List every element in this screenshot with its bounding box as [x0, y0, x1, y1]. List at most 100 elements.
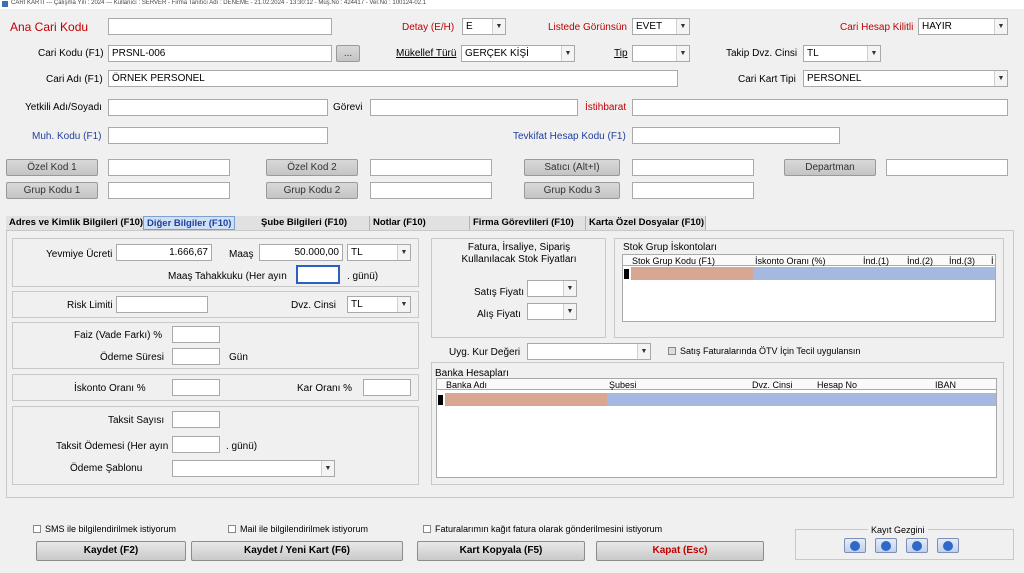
odeme-sablonu-select[interactable]: ▼ [172, 460, 335, 477]
chevron-down-icon: ▼ [676, 19, 689, 34]
takip-dvz-cinsi-select[interactable]: TL ▼ [803, 45, 881, 62]
listede-gorunsun-label: Listede Görünsün [548, 22, 627, 33]
tab-notlar[interactable]: Notlar (F10) [370, 216, 470, 230]
sms-label: SMS ile bilgilendirilmek istiyorum [45, 524, 177, 534]
odeme-sablonu-label: Ödeme Şablonu [70, 463, 143, 474]
muh-kodu-field[interactable] [108, 127, 328, 144]
satis-fiyati-label: Satış Fiyatı [474, 287, 525, 298]
grup-kodu-1-field[interactable] [108, 182, 230, 199]
satis-fiyati-select[interactable]: ▼ [527, 280, 577, 297]
otv-label: Satış Faturalarında ÖTV İçin Tecil uygul… [680, 346, 861, 356]
tab-firma-gorevlileri[interactable]: Firma Görevlileri (F10) [470, 216, 586, 230]
banka-row-cell-adi[interactable] [445, 393, 607, 406]
mukellef-turu-select[interactable]: GERÇEK KİŞİ ▼ [461, 45, 575, 62]
mail-label: Mail ile bilgilendirilmek istiyorum [240, 524, 369, 534]
departman-field[interactable] [886, 159, 1008, 176]
last-record-button[interactable] [937, 538, 959, 553]
grup-kodu-2-field[interactable] [370, 182, 492, 199]
tab-sube-bilgileri[interactable]: Şube Bilgileri (F10) [258, 216, 370, 230]
next-record-button[interactable] [906, 538, 928, 553]
ozel-kod-1-button[interactable]: Özel Kod 1 [6, 159, 98, 176]
grup-kodu-3-button[interactable]: Grup Kodu 3 [524, 182, 620, 199]
mail-checkbox[interactable] [228, 525, 236, 533]
tab-karta-ozel-dosyalar[interactable]: Karta Özel Dosyalar (F10) [586, 216, 706, 230]
window-title: CARİ KARTI --- Çalışma Yılı : 2024 --- K… [11, 0, 427, 6]
sms-checkbox[interactable] [33, 525, 41, 533]
col-stok-grup-kodu: Stok Grup Kodu (F1) [632, 256, 716, 266]
maas-field[interactable]: 50.000,00 [259, 244, 343, 261]
cari-kodu-field[interactable]: PRSNL-006 [108, 45, 332, 62]
stok-fiyat-title: Fatura, İrsaliye, Sipariş Kullanılacak S… [461, 242, 577, 265]
satici-button[interactable]: Satıcı (Alt+I) [524, 159, 620, 176]
maas-tahakkuk-field[interactable] [296, 265, 340, 284]
first-record-button[interactable] [844, 538, 866, 553]
taksit-sayisi-field[interactable] [172, 411, 220, 428]
iskonto-orani-field[interactable] [172, 379, 220, 396]
alis-fiyati-select[interactable]: ▼ [527, 303, 577, 320]
ozel-kod-2-field[interactable] [370, 159, 492, 176]
banka-grid[interactable]: Banka Adı Şubesi Dvz. Cinsi Hesap No IBA… [436, 378, 997, 478]
risk-limiti-field[interactable] [116, 296, 208, 313]
stok-grup-row-cell-rest[interactable] [753, 267, 995, 280]
ozel-kod-2-button[interactable]: Özel Kod 2 [266, 159, 358, 176]
gorevi-label: Görevi [333, 102, 363, 113]
kar-orani-label: Kar Oranı % [297, 383, 353, 394]
title-bar: CARİ KARTI --- Çalışma Yılı : 2024 --- K… [0, 0, 1024, 9]
app-icon [2, 1, 8, 7]
uyg-kur-select[interactable]: ▼ [527, 343, 651, 360]
col-ind4: İ [991, 256, 994, 266]
detay-select[interactable]: E ▼ [462, 18, 506, 35]
dvz-cinsi-select[interactable]: TL ▼ [347, 296, 411, 313]
col-ind1: İnd.(1) [863, 256, 890, 266]
kapat-button[interactable]: Kapat (Esc) [596, 541, 764, 561]
takip-dvz-cinsi-label: Takip Dvz. Cinsi [726, 48, 798, 59]
kaydet-yeni-kart-button[interactable]: Kaydet / Yeni Kart (F6) [191, 541, 403, 561]
next-record-icon [912, 541, 922, 551]
ozel-kod-1-field[interactable] [108, 159, 230, 176]
previous-record-button[interactable] [875, 538, 897, 553]
cari-hesap-kilitli-select[interactable]: HAYIR ▼ [918, 18, 1008, 35]
taksit-odemesi-field[interactable] [172, 436, 220, 453]
odeme-suresi-field[interactable] [172, 348, 220, 365]
grup-kodu-1-button[interactable]: Grup Kodu 1 [6, 182, 98, 199]
yevmiye-field[interactable]: 1.666,67 [116, 244, 212, 261]
tab-diger-bilgiler[interactable]: Diğer Bilgiler (F10) [143, 216, 236, 230]
col-ind3: İnd.(3) [949, 256, 976, 266]
banka-row-cell-rest[interactable] [607, 393, 996, 406]
yetkili-field[interactable] [108, 99, 328, 116]
stok-grup-title: Stok Grup İskontoları [623, 242, 717, 253]
ana-cari-kodu-field[interactable] [108, 18, 332, 35]
kart-kopyala-button[interactable]: Kart Kopyala (F5) [417, 541, 585, 561]
kagit-fatura-label: Faturalarımın kağıt fatura olarak gönder… [435, 524, 663, 534]
grup-kodu-3-field[interactable] [632, 182, 754, 199]
stok-grup-row-cell-kod[interactable] [631, 267, 753, 280]
cari-adi-label: Cari Adı (F1) [46, 74, 103, 85]
listede-gorunsun-select[interactable]: EVET ▼ [632, 18, 690, 35]
otv-checkbox[interactable] [668, 347, 676, 355]
cari-adi-field[interactable]: ÖRNEK PERSONEL [108, 70, 678, 87]
kar-orani-field[interactable] [363, 379, 411, 396]
kaydet-button[interactable]: Kaydet (F2) [36, 541, 186, 561]
istihbarat-field[interactable] [632, 99, 1008, 116]
faiz-field[interactable] [172, 326, 220, 343]
grup-kodu-2-button[interactable]: Grup Kodu 2 [266, 182, 358, 199]
satici-field[interactable] [632, 159, 754, 176]
gorevi-field[interactable] [370, 99, 578, 116]
stok-grup-grid[interactable]: Stok Grup Kodu (F1) İskonto Oranı (%) İn… [622, 254, 996, 322]
maas-tahakkuk-label: Maaş Tahakkuku (Her ayın [168, 271, 287, 282]
maas-currency-select[interactable]: TL ▼ [347, 244, 411, 261]
departman-button[interactable]: Departman [784, 159, 876, 176]
maas-label: Maaş [229, 249, 254, 260]
cari-kodu-browse-button[interactable]: ... [336, 45, 360, 62]
tevkifat-field[interactable] [632, 127, 840, 144]
col-banka-adi: Banka Adı [446, 380, 488, 390]
tab-adres[interactable]: Adres ve Kimlik Bilgileri (F10) [6, 216, 148, 230]
cari-hesap-kilitli-label: Cari Hesap Kilitli [840, 22, 914, 33]
banka-header [437, 379, 996, 390]
muh-kodu-label: Muh. Kodu (F1) [32, 131, 102, 142]
uyg-kur-label: Uyg. Kur Değeri [449, 347, 521, 358]
tip-select[interactable]: ▼ [632, 45, 690, 62]
chevron-down-icon: ▼ [397, 245, 410, 260]
kagit-fatura-checkbox[interactable] [423, 525, 431, 533]
cari-kart-tipi-select[interactable]: PERSONEL ▼ [803, 70, 1008, 87]
